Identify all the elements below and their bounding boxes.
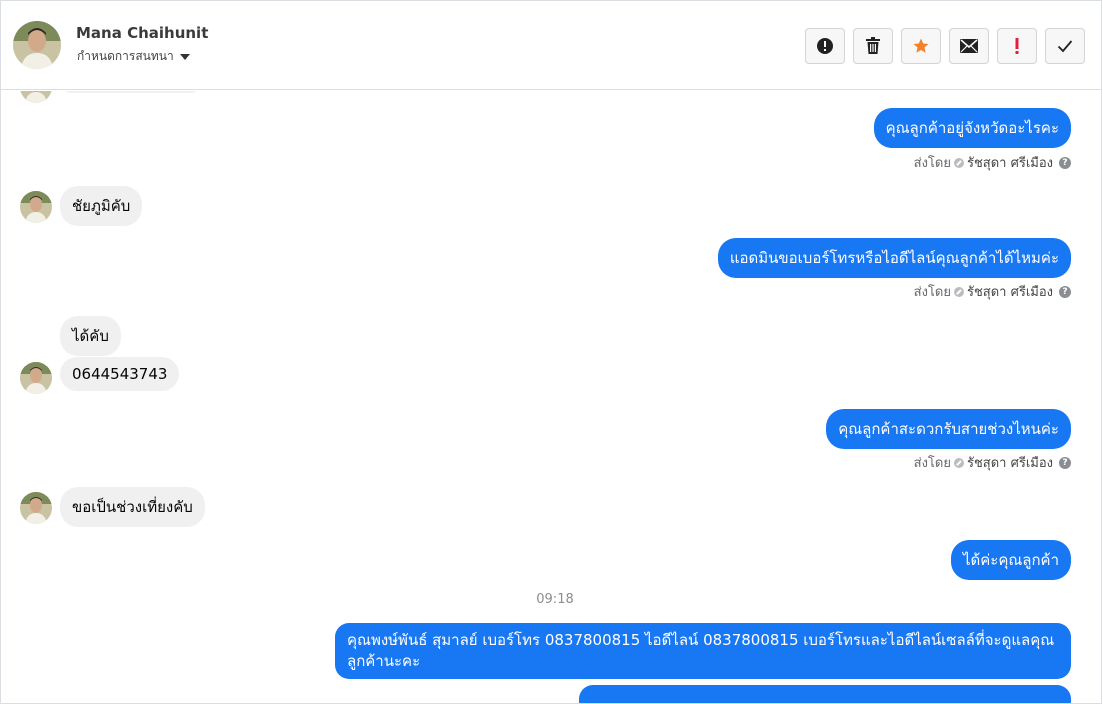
message-bubble-outgoing: คุณพงษ์พันธ์ สุมาลย์ เบอร์โทร 0837800815…: [335, 623, 1071, 679]
sent-by-info: ส่งโดย รัชสุดา ศรีเมือง ?: [914, 452, 1071, 473]
help-icon[interactable]: ?: [1059, 285, 1071, 298]
contact-avatar-small: [20, 91, 52, 103]
report-button[interactable]: [805, 28, 845, 64]
sent-by-agent: รัชสุดา ศรีเมือง: [966, 156, 1053, 171]
help-icon[interactable]: ?: [1059, 156, 1071, 169]
conversation-header: Mana Chaihunit กำหนดการสนทนา: [1, 1, 1101, 90]
message-bubble-outgoing: คุณลูกค้าอยู่จังหวัดอะไรคะ: [873, 108, 1071, 148]
contact-avatar-small: [20, 191, 52, 223]
mark-spam-button[interactable]: [997, 28, 1037, 64]
delete-button[interactable]: [853, 28, 893, 64]
contact-name: Mana Chaihunit: [76, 24, 209, 42]
message-bubble-outgoing: แอดมินขอเบอร์โทรหรือไอดีไลน์คุณลูกค้าได้…: [717, 238, 1071, 278]
message-bubble-outgoing: คุณลูกค้าสะดวกรับสายช่วงไหนค่ะ: [826, 409, 1071, 449]
star-icon: [913, 38, 929, 53]
sent-by-label: ส่งโดย: [913, 156, 951, 171]
help-icon[interactable]: ?: [1059, 456, 1071, 469]
message-bubble-incoming-partial: [60, 91, 202, 93]
sent-by-agent: รัชสุดา ศรีเมือง: [966, 285, 1053, 300]
exclamation-icon: [1015, 38, 1019, 54]
message-bubble-incoming: ชัยภูมิคับ: [60, 186, 143, 226]
sent-by-info: ส่งโดย รัชสุดา ศรีเมือง ?: [914, 281, 1071, 302]
report-icon: [817, 38, 833, 54]
message-bubble-incoming: ขอเป็นช่วงเที่ยงคับ: [60, 487, 205, 527]
action-toolbar: [805, 28, 1085, 64]
star-button[interactable]: [901, 28, 941, 64]
contact-avatar[interactable]: [13, 21, 61, 69]
agent-status-icon: [953, 157, 964, 168]
message-bubble-incoming: ได้คับ: [60, 316, 121, 356]
trash-icon: [866, 37, 880, 54]
sent-by-info: ส่งโดย รัชสุดา ศรีเมือง ?: [914, 152, 1071, 173]
sent-by-agent: รัชสุดา ศรีเมือง: [966, 456, 1053, 471]
message-bubble-outgoing: ได้ค่ะคุณลูกค้า: [950, 540, 1071, 580]
conversation-status-label: กำหนดการสนทนา: [77, 49, 174, 63]
agent-status-icon: [953, 457, 964, 468]
message-timestamp: 09:18: [536, 592, 574, 607]
sent-by-label: ส่งโดย: [913, 456, 951, 471]
mark-done-button[interactable]: [1045, 28, 1085, 64]
conversation-status-dropdown[interactable]: กำหนดการสนทนา: [77, 47, 190, 66]
agent-status-icon: [953, 286, 964, 297]
check-icon: [1057, 40, 1073, 53]
conversation-panel: Mana Chaihunit กำหนดการสนทนา คุณลูกค้าอย…: [0, 0, 1102, 704]
sent-by-label: ส่งโดย: [913, 285, 951, 300]
contact-avatar-small: [20, 492, 52, 524]
contact-avatar-small: [20, 362, 52, 394]
mail-icon: [960, 39, 978, 53]
message-bubble-incoming: 0644543743: [60, 357, 180, 391]
chevron-down-icon: [179, 53, 190, 60]
mark-unread-button[interactable]: [949, 28, 989, 64]
message-bubble-outgoing-partial: [579, 685, 1071, 703]
message-thread[interactable]: คุณลูกค้าอยู่จังหวัดอะไรคะ ส่งโดย รัชสุด…: [1, 91, 1101, 703]
